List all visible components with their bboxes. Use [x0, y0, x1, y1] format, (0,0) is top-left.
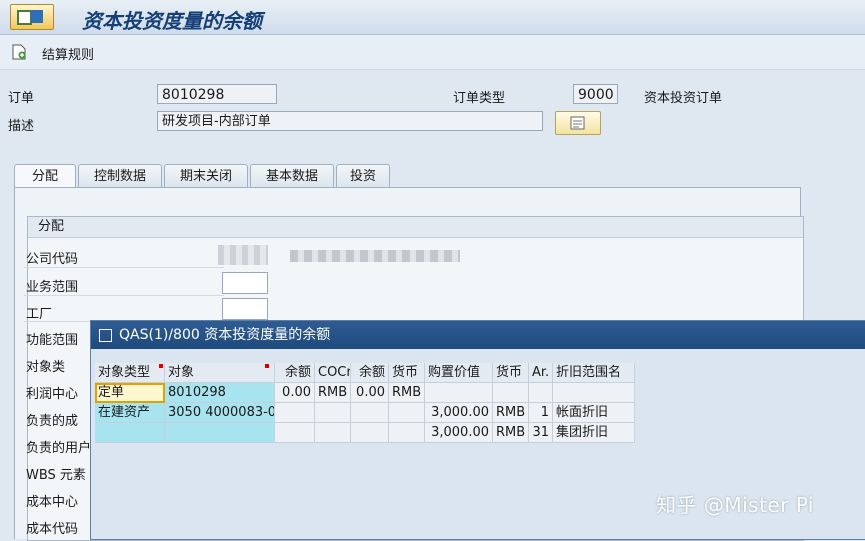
- functional-area-label: 功能范围: [26, 333, 79, 348]
- cell-depr-area-name[interactable]: [553, 383, 635, 403]
- col-header-balance-2[interactable]: 余额: [351, 363, 389, 383]
- col-header-acquisition-value[interactable]: 购置价值: [425, 363, 493, 383]
- row-divider: [24, 267, 224, 268]
- cell-area[interactable]: 1: [529, 403, 553, 423]
- cell-cocr[interactable]: RMB: [315, 383, 351, 403]
- cell-currency[interactable]: [389, 403, 425, 423]
- tab-investments[interactable]: 投资: [336, 164, 390, 188]
- application-toolbar: 结算规则: [0, 35, 865, 70]
- order-type-text: 资本投资订单: [644, 91, 723, 106]
- cell-depr-area-name[interactable]: 集团折旧: [553, 423, 635, 443]
- document-add-icon[interactable]: [12, 44, 26, 60]
- plant-field[interactable]: [222, 298, 268, 320]
- group-title: 分配: [28, 217, 803, 238]
- order-type-label: 订单类型: [453, 91, 506, 106]
- tab-assignments[interactable]: 分配: [14, 164, 76, 188]
- responsible-user-label: 负责的用户: [26, 441, 92, 456]
- settlement-rule-button[interactable]: 结算规则: [42, 44, 94, 63]
- cell-balance-2[interactable]: 0.00: [351, 383, 389, 403]
- long-text-button[interactable]: [555, 111, 601, 135]
- col-header-depr-area-name[interactable]: 折旧范围名: [553, 363, 635, 383]
- order-field[interactable]: 8010298: [157, 84, 277, 104]
- col-header-object[interactable]: 对象: [165, 363, 275, 383]
- cell-acquisition-value[interactable]: 3,000.00: [425, 403, 493, 423]
- cell-acquisition-value[interactable]: 3,000.00: [425, 423, 493, 443]
- sort-indicator-icon: [159, 364, 163, 368]
- col-header-area[interactable]: Ar.: [529, 363, 553, 383]
- col-header-currency[interactable]: 货币: [389, 363, 425, 383]
- company-code-label: 公司代码: [26, 252, 79, 267]
- sort-indicator-icon: [265, 364, 269, 368]
- cell-object[interactable]: [165, 423, 275, 443]
- row-divider: [24, 295, 224, 296]
- order-label: 订单: [8, 91, 35, 106]
- description-field[interactable]: 研发项目-内部订单: [157, 111, 543, 131]
- cell-cocr[interactable]: [315, 403, 351, 423]
- popup-title-bar: QAS(1)/800 资本投资度量的余额: [91, 321, 865, 349]
- cell-object[interactable]: 8010298: [165, 383, 275, 403]
- order-type-field[interactable]: 9000: [573, 84, 618, 104]
- responsible-cctr-label: 负责的成: [26, 414, 79, 429]
- col-header-object-type[interactable]: 对象类型: [95, 363, 165, 383]
- cell-currency[interactable]: RMB: [389, 383, 425, 403]
- cell-cocr[interactable]: [315, 423, 351, 443]
- cell-area[interactable]: 31: [529, 423, 553, 443]
- cell-area[interactable]: [529, 383, 553, 403]
- cost-center-label: 成本中心: [26, 495, 79, 510]
- cell-balance[interactable]: 0.00: [275, 383, 315, 403]
- cell-currency[interactable]: [389, 423, 425, 443]
- cell-balance[interactable]: [275, 423, 315, 443]
- window-icon: [99, 329, 112, 342]
- cell-currency-2[interactable]: RMB: [493, 403, 529, 423]
- cell-object-type[interactable]: [95, 423, 165, 443]
- col-header-balance[interactable]: 余额: [275, 363, 315, 383]
- cell-object-type[interactable]: 定单: [95, 383, 165, 403]
- popup-title: QAS(1)/800 资本投资度量的余额: [119, 327, 331, 343]
- watermark: 知乎 @Mister Pi: [656, 493, 814, 517]
- app-menu-icon[interactable]: [10, 4, 54, 30]
- col-header-cocr[interactable]: COCr: [315, 363, 351, 383]
- object-class-label: 对象类: [26, 360, 66, 375]
- costing-sheet-label: 成本代码: [26, 522, 79, 537]
- description-label: 描述: [8, 119, 35, 134]
- plant-label: 工厂: [26, 307, 53, 322]
- cell-currency-2[interactable]: RMB: [493, 423, 529, 443]
- wbs-element-label: WBS 元素: [26, 468, 86, 483]
- profit-center-label: 利润中心: [26, 387, 79, 402]
- long-text-icon: [570, 116, 585, 130]
- title-bar: 资本投资度量的余额: [0, 0, 865, 35]
- tab-general-data[interactable]: 基本数据: [250, 164, 334, 188]
- tab-period-end-closing[interactable]: 期末关闭: [164, 164, 248, 188]
- cell-acquisition-value[interactable]: [425, 383, 493, 403]
- company-name-redacted: [290, 250, 460, 262]
- cell-depr-area-name[interactable]: 帐面折旧: [553, 403, 635, 423]
- col-header-currency-2[interactable]: 货币: [493, 363, 529, 383]
- business-area-field[interactable]: [222, 272, 268, 294]
- company-code-field-redacted: [218, 245, 268, 265]
- cell-balance-2[interactable]: [351, 423, 389, 443]
- cell-balance[interactable]: [275, 403, 315, 423]
- tab-control-data[interactable]: 控制数据: [78, 164, 162, 188]
- cell-object-type[interactable]: 在建资产: [95, 403, 165, 423]
- page-title: 资本投资度量的余额: [82, 9, 262, 33]
- cell-currency-2[interactable]: [493, 383, 529, 403]
- cell-balance-2[interactable]: [351, 403, 389, 423]
- business-area-label: 业务范围: [26, 280, 79, 295]
- cell-object[interactable]: 3050 4000083-0: [165, 403, 275, 423]
